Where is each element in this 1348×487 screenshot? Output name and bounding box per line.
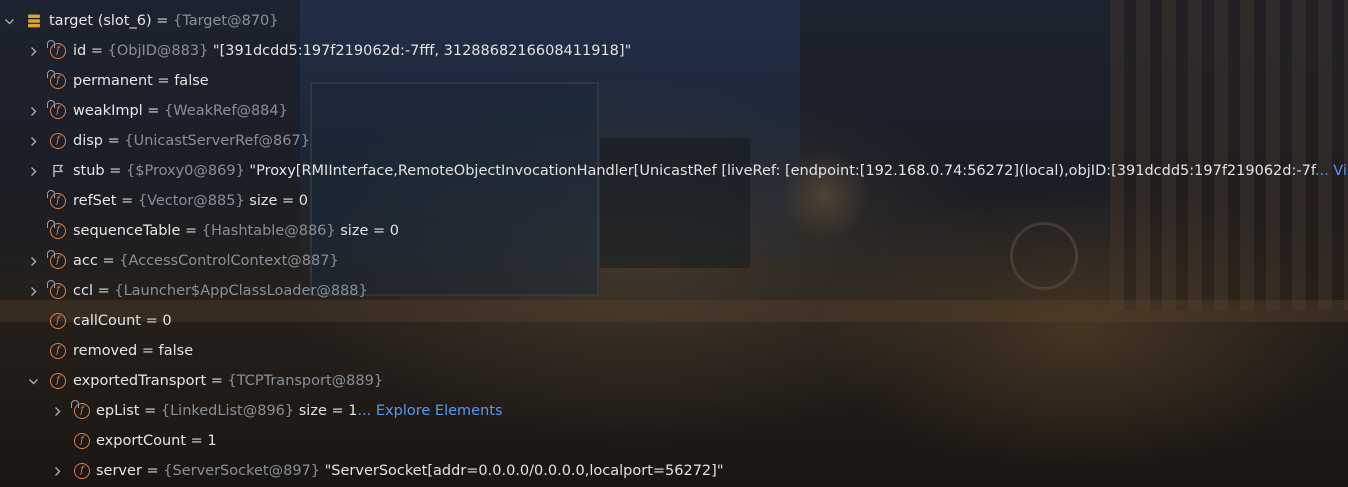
field-icon: f <box>47 40 66 59</box>
variable-type: {LinkedList@896} <box>160 403 295 419</box>
chevron-right-icon[interactable] <box>26 156 40 186</box>
variable-type: {ObjID@883} <box>107 43 209 59</box>
tree-row-server[interactable]: f server = {ServerSocket@897} "ServerSoc… <box>0 456 1348 486</box>
field-icon: f <box>74 463 90 479</box>
tree-row-sequencetable[interactable]: f sequenceTable = {Hashtable@886} size =… <box>0 216 1348 246</box>
variable-name: weakImpl <box>73 103 143 119</box>
tree-row-exportedtransport[interactable]: f exportedTransport = {TCPTransport@889} <box>0 366 1348 396</box>
variable-value: size = 1 <box>294 403 358 419</box>
variable-type: {Target@870} <box>173 13 279 29</box>
field-icon: f <box>74 433 90 449</box>
field-icon: f <box>47 190 66 209</box>
variable-type: {Vector@885} <box>137 193 245 209</box>
equals-sign: = <box>103 133 125 149</box>
variable-value: false <box>174 73 209 89</box>
field-icon: f <box>50 373 66 389</box>
variable-name: callCount <box>73 313 141 329</box>
flag-icon <box>50 163 66 179</box>
variable-name: epList <box>96 403 140 419</box>
variable-value: 0 <box>162 313 172 329</box>
tree-row-id[interactable]: f id = {ObjID@883} "[391dcdd5:197f219062… <box>0 36 1348 66</box>
tree-row-callcount[interactable]: f callCount = 0 <box>0 306 1348 336</box>
chevron-right-icon[interactable] <box>50 456 64 486</box>
tree-row-permanent[interactable]: f permanent = false <box>0 66 1348 96</box>
tree-row-ccl[interactable]: f ccl = {Launcher$AppClassLoader@888} <box>0 276 1348 306</box>
field-icon: f <box>47 250 66 269</box>
equals-sign: = <box>142 103 165 119</box>
chevron-right-icon[interactable] <box>26 126 40 156</box>
variables-tree: target (slot_6) = {Target@870} f id = {O… <box>0 6 1348 486</box>
chevron-down-icon[interactable] <box>26 366 40 396</box>
variable-type: {WeakRef@884} <box>164 103 288 119</box>
explore-elements-link[interactable]: ... Explore Elements <box>357 403 502 419</box>
field-icon: f <box>47 100 66 119</box>
variable-name: exportCount <box>96 433 187 449</box>
variable-value: 1 <box>207 433 217 449</box>
chevron-right-icon[interactable] <box>50 396 64 426</box>
equals-sign: = <box>141 463 164 479</box>
variable-name: permanent <box>73 73 153 89</box>
chevron-right-icon[interactable] <box>26 246 40 276</box>
field-icon: f <box>50 343 66 359</box>
database-icon <box>26 13 42 29</box>
variable-name: sequenceTable <box>73 223 181 239</box>
equals-sign: = <box>104 163 127 179</box>
field-icon: f <box>50 313 66 329</box>
variable-name: refSet <box>73 193 117 209</box>
field-icon: f <box>50 133 66 149</box>
variable-name: disp <box>73 133 103 149</box>
equals-sign: = <box>206 373 228 389</box>
variable-name: ccl <box>73 283 93 299</box>
variable-type: {TCPTransport@889} <box>227 373 384 389</box>
tree-row-disp[interactable]: f disp = {UnicastServerRef@867} <box>0 126 1348 156</box>
equals-sign: = <box>140 313 163 329</box>
chevron-right-icon[interactable] <box>26 276 40 306</box>
view-link[interactable]: ... View <box>1315 163 1348 179</box>
equals-sign: = <box>151 13 174 29</box>
variable-name: target (slot_6) <box>49 13 152 29</box>
variable-name: id <box>73 43 87 59</box>
chevron-right-icon[interactable] <box>26 96 40 126</box>
variable-value: size = 0 <box>244 193 309 209</box>
variable-type: {$Proxy0@869} <box>126 163 245 179</box>
variable-name: acc <box>73 253 98 269</box>
tree-row-exportcount[interactable]: f exportCount = 1 <box>0 426 1348 456</box>
tree-row-eplist[interactable]: f epList = {LinkedList@896} size = 1... … <box>0 396 1348 426</box>
equals-sign: = <box>86 43 108 59</box>
tree-row-weakimpl[interactable]: f weakImpl = {WeakRef@884} <box>0 96 1348 126</box>
tree-row-removed[interactable]: f removed = false <box>0 336 1348 366</box>
tree-row-target[interactable]: target (slot_6) = {Target@870} <box>0 6 1348 36</box>
variable-type: {AccessControlContext@887} <box>119 253 339 269</box>
variable-type: {UnicastServerRef@867} <box>124 133 310 149</box>
field-icon: f <box>47 220 66 239</box>
variable-value: false <box>158 343 194 359</box>
variable-type: {ServerSocket@897} <box>163 463 320 479</box>
equals-sign: = <box>152 73 175 89</box>
tree-row-stub[interactable]: stub = {$Proxy0@869} "Proxy[RMIInterface… <box>0 156 1348 186</box>
variable-name: removed <box>73 343 138 359</box>
equals-sign: = <box>139 403 161 419</box>
variable-value: "[391dcdd5:197f219062d:-7fff, 3128868216… <box>208 43 632 59</box>
tree-row-acc[interactable]: f acc = {AccessControlContext@887} <box>0 246 1348 276</box>
variable-name: exportedTransport <box>73 373 207 389</box>
equals-sign: = <box>137 343 159 359</box>
chevron-right-icon[interactable] <box>26 36 40 66</box>
field-icon: f <box>47 280 66 299</box>
variable-value: "ServerSocket[addr=0.0.0.0/0.0.0.0,local… <box>320 463 724 479</box>
variable-value: "Proxy[RMIInterface,RemoteObjectInvocati… <box>244 163 1315 179</box>
variable-value: size = 0 <box>335 223 399 239</box>
equals-sign: = <box>97 253 120 269</box>
variable-name: stub <box>73 163 105 179</box>
variable-name: server <box>96 463 142 479</box>
equals-sign: = <box>180 223 202 239</box>
field-icon: f <box>47 70 66 89</box>
variable-type: {Hashtable@886} <box>201 223 336 239</box>
variable-type: {Launcher$AppClassLoader@888} <box>114 283 368 299</box>
equals-sign: = <box>92 283 115 299</box>
equals-sign: = <box>116 193 138 209</box>
tree-row-refset[interactable]: f refSet = {Vector@885} size = 0 <box>0 186 1348 216</box>
equals-sign: = <box>186 433 208 449</box>
chevron-down-icon[interactable] <box>2 6 16 36</box>
field-icon: f <box>71 400 90 419</box>
